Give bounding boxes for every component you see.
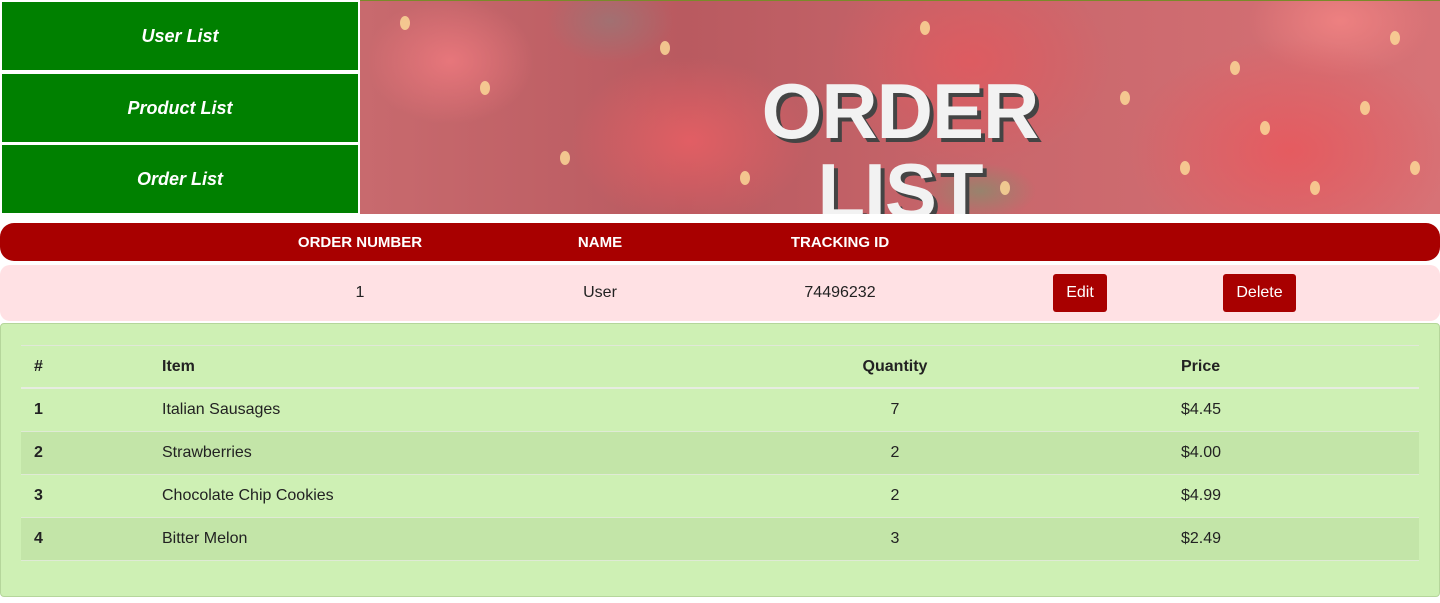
- order-name-cell: User: [583, 284, 617, 301]
- page-title: ORDER LIST: [761, 67, 1040, 214]
- item-price: $4.45: [1181, 401, 1222, 418]
- item-price: $4.99: [1181, 487, 1222, 504]
- column-header-index: #: [34, 357, 43, 375]
- column-header-item: Item: [162, 357, 195, 375]
- item-name: Italian Sausages: [162, 401, 281, 418]
- tracking-id-cell: 74496232: [804, 284, 876, 301]
- column-header-order-number: ORDER NUMBER: [297, 233, 423, 251]
- order-number-cell: 1: [355, 284, 365, 301]
- item-name: Chocolate Chip Cookies: [162, 487, 334, 504]
- nav-item-label: User List: [141, 25, 219, 46]
- item-quantity: 2: [890, 444, 900, 461]
- row-index: 3: [34, 487, 43, 504]
- table-row: 4 Bitter Melon 3 $2.49: [21, 518, 1419, 561]
- table-header-row: # Item Quantity Price: [21, 346, 1419, 389]
- column-header-name: NAME: [577, 233, 623, 251]
- item-quantity: 2: [890, 487, 900, 504]
- row-index: 4: [34, 530, 43, 547]
- hero-banner: ORDER LIST: [360, 0, 1440, 214]
- column-header-tracking-id: TRACKING ID: [790, 233, 890, 251]
- item-quantity: 7: [890, 401, 900, 418]
- column-header-price: Price: [1181, 357, 1221, 375]
- nav-item-user-list[interactable]: User List: [2, 2, 358, 70]
- row-index: 2: [34, 444, 43, 461]
- table-row: 2 Strawberries 2 $4.00: [21, 432, 1419, 475]
- item-price: $2.49: [1181, 530, 1222, 547]
- sidebar-nav: User List Product List Order List: [0, 0, 360, 215]
- item-name: Bitter Melon: [162, 530, 248, 547]
- top-section: User List Product List Order List ORDER …: [0, 0, 1440, 215]
- orders-table-header: ORDER NUMBER NAME TRACKING ID: [0, 223, 1440, 261]
- row-index: 1: [34, 401, 43, 418]
- nav-item-order-list[interactable]: Order List: [2, 145, 358, 213]
- nav-item-label: Order List: [136, 168, 224, 189]
- table-row: 3 Chocolate Chip Cookies 2 $4.99: [21, 475, 1419, 518]
- edit-button[interactable]: Edit: [1053, 274, 1107, 312]
- item-price: $4.00: [1181, 444, 1222, 461]
- nav-item-label: Product List: [127, 97, 233, 118]
- column-header-quantity: Quantity: [862, 357, 928, 375]
- delete-button[interactable]: Delete: [1223, 274, 1296, 312]
- nav-item-product-list[interactable]: Product List: [2, 74, 358, 142]
- order-row: 1 User 74496232 Edit Delete: [0, 265, 1440, 321]
- item-name: Strawberries: [162, 444, 252, 461]
- table-row: 1 Italian Sausages 7 $4.45: [21, 389, 1419, 432]
- order-details-panel: # Item Quantity Price 1 Italian Sausages…: [0, 323, 1440, 597]
- order-items-table: # Item Quantity Price 1 Italian Sausages…: [21, 345, 1419, 561]
- item-quantity: 3: [890, 530, 900, 547]
